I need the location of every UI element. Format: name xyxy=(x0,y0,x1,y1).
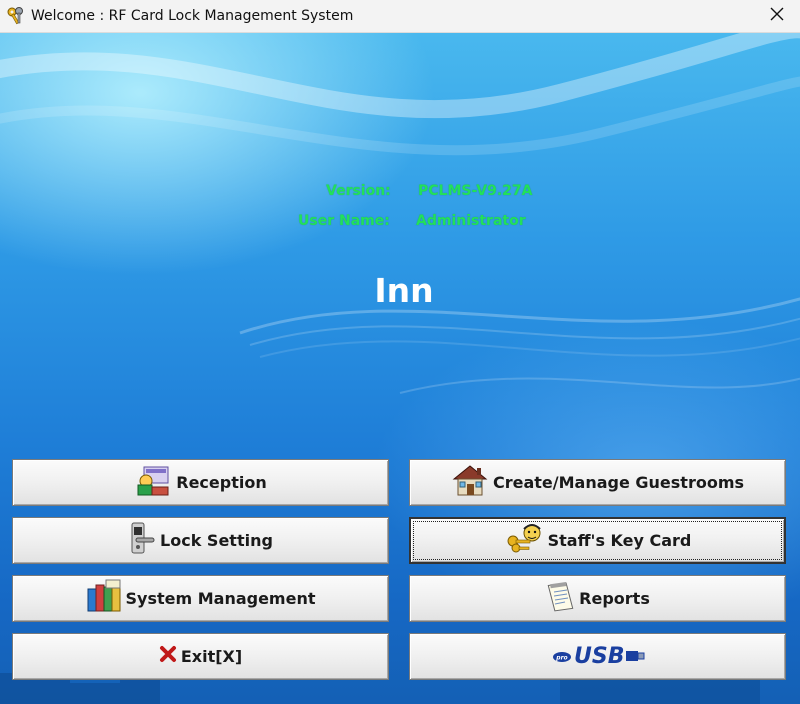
system-management-button[interactable]: System Management xyxy=(12,575,389,622)
exit-label: Exit[X] xyxy=(180,647,243,666)
user-name-value: Administrator xyxy=(416,213,526,229)
lock-setting-button[interactable]: Lock Setting xyxy=(12,517,389,564)
close-icon xyxy=(770,7,784,26)
reception-label: Reception xyxy=(176,473,267,492)
usb-logo-text: USB xyxy=(574,644,624,669)
reports-button[interactable]: Reports xyxy=(409,575,786,622)
create-manage-guestrooms-button[interactable]: Create/Manage Guestrooms xyxy=(409,459,786,506)
svg-text:pro: pro xyxy=(555,655,567,662)
red-x-icon xyxy=(159,645,177,668)
user-name-label: User Name: xyxy=(298,213,390,229)
welcome-background: Version: PCLMS-V9.27A User Name: Adminis… xyxy=(0,33,800,704)
version-label: Version: xyxy=(326,183,391,199)
property-name: Inn xyxy=(374,271,434,310)
exit-button[interactable]: Exit[X] xyxy=(12,633,389,680)
close-button[interactable] xyxy=(754,0,800,32)
reception-button[interactable]: Reception xyxy=(12,459,389,506)
usb-button[interactable]: pro USB xyxy=(409,633,786,680)
door-lock-icon xyxy=(128,521,156,560)
keys-icon xyxy=(6,6,26,26)
staffs-key-card-button[interactable]: Staff's Key Card xyxy=(409,517,786,564)
lock-setting-label: Lock Setting xyxy=(160,531,273,550)
reports-label: Reports xyxy=(579,589,650,608)
house-icon xyxy=(451,463,489,502)
usb-logo-icon: pro USB xyxy=(548,639,648,674)
notepad-icon xyxy=(545,580,575,617)
reception-desk-icon xyxy=(134,463,172,502)
system-management-label: System Management xyxy=(125,589,316,608)
staffs-key-card-label: Staff's Key Card xyxy=(547,531,692,550)
title-bar: Welcome : RF Card Lock Management System xyxy=(0,0,800,33)
window-title: Welcome : RF Card Lock Management System xyxy=(31,8,354,24)
staff-keys-icon xyxy=(504,521,544,560)
version-value: PCLMS-V9.27A xyxy=(418,183,533,199)
main-window: Welcome : RF Card Lock Management System… xyxy=(0,0,800,704)
create-manage-guestrooms-label: Create/Manage Guestrooms xyxy=(492,473,745,492)
books-icon xyxy=(86,579,122,618)
